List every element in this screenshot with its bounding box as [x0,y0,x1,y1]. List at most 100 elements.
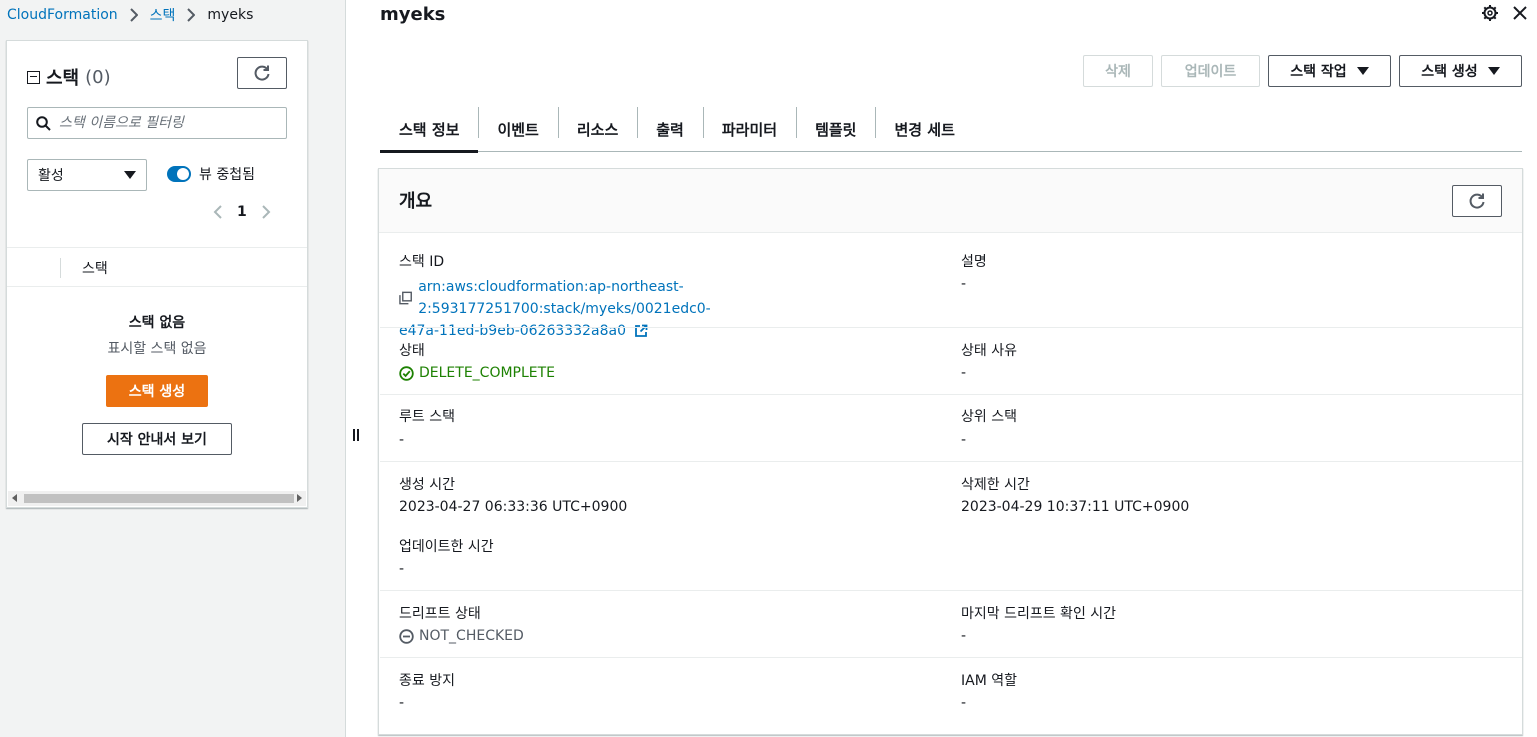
status-not-checked-icon [399,628,414,644]
panel-title: 스택 (0) [27,64,111,90]
delete-button[interactable]: 삭제 [1083,55,1153,87]
create-stack-button-empty[interactable]: 스택 생성 [106,375,208,407]
pagination: 1 [213,204,271,220]
description-label: 설명 [961,254,987,270]
view-guide-button[interactable]: 시작 안내서 보기 [82,423,232,455]
breadcrumb-cloudformation[interactable]: CloudFormation [7,7,118,23]
chevron-left-icon[interactable] [213,204,223,220]
row-divider [380,590,1522,591]
row-divider [380,394,1522,395]
copy-icon[interactable] [399,291,412,305]
refresh-icon [254,65,270,81]
last-drift-value: - [961,628,967,644]
tab-stack-info[interactable]: 스택 정보 [380,107,479,153]
column-divider [60,258,61,278]
root-stack-label: 루트 스택 [399,409,455,425]
tab-template[interactable]: 템플릿 [796,107,875,151]
status-reason-label: 상태 사유 [961,343,1017,359]
updated-time-label: 업데이트한 시간 [399,539,494,555]
status-filter-value: 활성 [38,168,64,184]
top-icons [1481,4,1527,22]
scrollbar-thumb[interactable] [24,494,294,503]
search-icon [36,115,51,131]
stack-search-input[interactable] [59,115,269,131]
refresh-stacks-button[interactable] [237,57,287,89]
create-stack-label: 스택 생성 [1421,64,1478,80]
status-reason-value: - [961,365,967,381]
chevron-right-icon[interactable] [261,204,271,220]
nested-view-toggle[interactable] [167,166,191,182]
caret-down-icon [124,171,136,179]
stack-tabs: 스택 정보 이벤트 리소스 출력 파라미터 템플릿 변경 세트 [380,107,1522,153]
update-button[interactable]: 업데이트 [1161,55,1260,87]
empty-state-title: 스택 없음 [128,315,186,331]
deleted-time-label: 삭제한 시간 [961,477,1030,493]
page-number[interactable]: 1 [237,204,247,220]
iam-role-value: - [961,695,967,711]
updated-time-value: - [399,561,405,577]
row-divider [380,327,1522,328]
deleted-time-value: 2023-04-29 10:37:11 UTC+0900 [961,499,1190,515]
parent-stack-label: 상위 스택 [961,409,1017,425]
horizontal-scrollbar[interactable] [8,491,306,506]
status-label: 상태 [399,343,425,359]
panel-title-text: 스택 [46,68,80,89]
overview-header: 개요 [379,169,1522,233]
caret-down-icon [1487,67,1500,75]
drift-status-label: 드리프트 상태 [399,606,481,622]
close-icon[interactable] [1513,6,1527,20]
stack-id-label: 스택 ID [399,254,445,270]
pane-resize-handle[interactable] [353,429,359,441]
refresh-overview-button[interactable] [1452,185,1502,217]
breadcrumb-current: myeks [207,7,254,23]
row-divider [380,461,1522,462]
last-drift-label: 마지막 드리프트 확인 시간 [961,606,1117,622]
column-header-stack[interactable]: 스택 [82,258,108,278]
scroll-right-icon[interactable] [297,494,302,502]
stack-id-link[interactable]: arn:aws:cloudformation:ap-northeast-2:59… [399,276,944,342]
tab-parameters[interactable]: 파라미터 [702,107,796,151]
row-divider [380,657,1522,658]
iam-role-label: IAM 역할 [961,673,1017,689]
termination-protection-value: - [399,695,405,711]
tab-outputs[interactable]: 출력 [637,107,703,151]
chevron-right-icon [129,8,140,22]
empty-state-subtitle: 표시할 스택 없음 [107,341,207,357]
stack-search-field[interactable] [27,107,287,139]
chevron-right-icon [187,8,197,22]
collapse-icon[interactable] [27,70,40,84]
status-text: DELETE_COMPLETE [419,365,556,381]
nested-view-label: 뷰 중첩됨 [199,167,255,183]
refresh-icon [1469,193,1485,209]
stack-id-line1[interactable]: arn:aws:cloudformation:ap-northeast-2:59… [418,276,944,320]
created-time-label: 생성 시간 [399,477,455,493]
status-success-icon [399,365,414,381]
page-title: myeks [380,4,446,25]
stack-actions-button[interactable]: 스택 작업 [1268,55,1391,87]
update-button-label: 업데이트 [1184,64,1237,80]
stack-table-header: 스택 [7,247,307,287]
status-filter-select[interactable]: 활성 [27,159,147,191]
status-value: DELETE_COMPLETE [399,365,555,381]
breadcrumb: CloudFormation 스택 myeks [7,5,253,25]
caret-down-icon [1356,67,1369,75]
stack-actions-label: 스택 작업 [1290,64,1347,80]
settings-icon[interactable] [1481,4,1499,22]
root-stack-value: - [399,432,405,448]
overview-title: 개요 [399,191,433,212]
parent-stack-value: - [961,432,967,448]
breadcrumb-stacks[interactable]: 스택 [150,5,176,25]
tab-resources[interactable]: 리소스 [557,107,637,151]
scroll-left-icon[interactable] [12,494,17,502]
stack-id-line2[interactable]: e47a-11ed-b9eb-06263332a8a0 [399,320,626,342]
tab-change-sets[interactable]: 변경 세트 [875,107,973,151]
tab-events[interactable]: 이벤트 [478,107,557,151]
create-stack-button[interactable]: 스택 생성 [1399,55,1522,87]
drift-status-text: NOT_CHECKED [419,628,524,644]
nested-view-toggle-wrap: 뷰 중첩됨 [167,164,255,184]
delete-button-label: 삭제 [1105,64,1131,80]
overview-card: 개요 [378,168,1523,735]
description-value: - [961,276,967,292]
drift-status-value: NOT_CHECKED [399,628,524,644]
created-time-value: 2023-04-27 06:33:36 UTC+0900 [399,499,628,515]
